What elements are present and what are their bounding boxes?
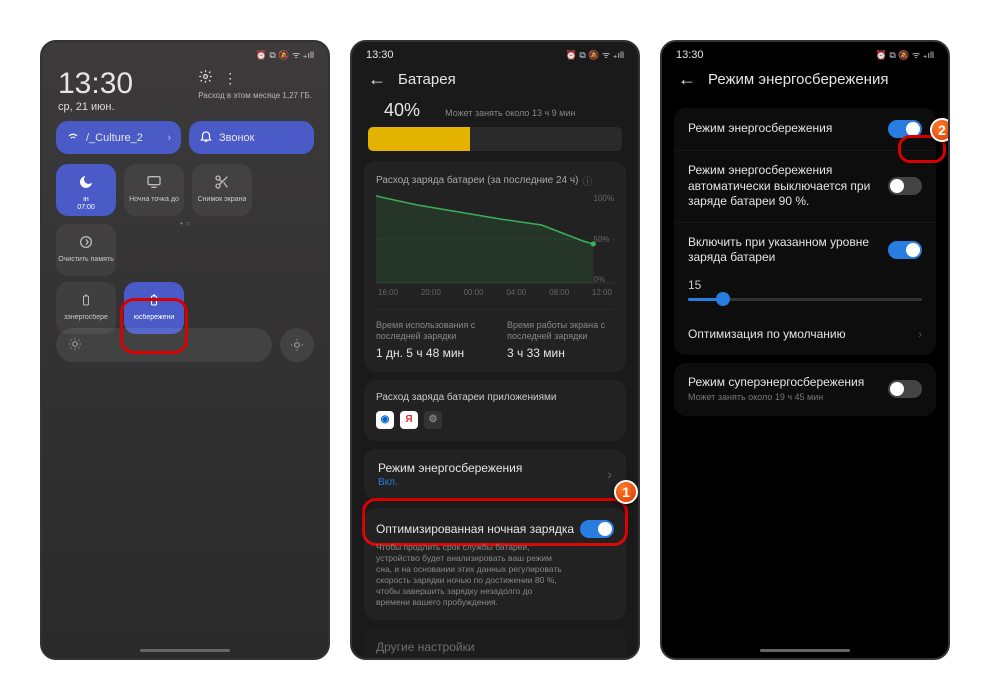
power-save-mode-row[interactable]: Режим энергосбережения Вкл. › (364, 449, 626, 500)
page-title: Батарея (398, 71, 456, 88)
back-arrow-icon[interactable]: ← (368, 69, 386, 90)
enable-level-toggle[interactable] (888, 241, 922, 259)
battery-bar-fill (368, 127, 470, 151)
other-settings-row[interactable]: Другие настройки (364, 628, 626, 660)
battery-chart: 100% 50% 0% (376, 194, 614, 284)
ring-tile[interactable]: Звонок (189, 121, 314, 154)
chart-card[interactable]: Расход заряда батареи (за последние 24 ч… (364, 161, 626, 372)
status-time: 13:30 (366, 49, 394, 61)
battery-estimate: Может занять около 13 ч 9 мин (445, 108, 575, 118)
battery-icon (76, 290, 96, 310)
bell-icon (199, 129, 213, 146)
stat-usage-value: 1 дн. 5 ч 48 мин (376, 346, 483, 360)
cast-icon (144, 172, 164, 192)
chevron-right-icon: › (918, 329, 922, 341)
home-indicator[interactable] (140, 649, 230, 652)
date: ср, 21 июн. (58, 101, 133, 113)
info-icon[interactable]: ⓘ (582, 173, 592, 188)
tile-screenshot[interactable]: Снимок экрана (192, 164, 252, 216)
back-arrow-icon[interactable]: ← (678, 69, 696, 90)
app-icon: Я (400, 411, 418, 429)
ring-label: Звонок (219, 132, 255, 144)
status-icons: ⏰ ⧉ 🔕 ᯤ ₊ıll (256, 48, 314, 61)
night-charge-row[interactable]: Оптимизированная ночная зарядка Чтобы пр… (364, 508, 626, 620)
phone-screen-powersave: 13:30 ⏰ ⧉ 🔕 ᯤ ₊ıll ← Режим энергосбереже… (660, 40, 950, 660)
auto-off-toggle[interactable] (888, 177, 922, 195)
tile-night-mode[interactable]: ін07:00 (56, 164, 116, 216)
tile-powersave-2[interactable]: юсбережени (124, 282, 184, 334)
chart-title: Расход заряда батареи (за последние 24 ч… (376, 175, 578, 186)
night-toggle[interactable] (580, 520, 614, 538)
search-input[interactable] (56, 328, 272, 362)
stat-usage-label: Время использования с последней зарядки (376, 320, 483, 342)
night-desc: Чтобы продлить срок службы батареи, устр… (376, 542, 568, 608)
status-bar: 13:30 ⏰ ⧉ 🔕 ᯤ ₊ıll (662, 42, 948, 63)
night-title: Оптимизированная ночная зарядка (376, 522, 574, 536)
super-powersave-toggle[interactable] (888, 380, 922, 398)
wifi-tile[interactable]: /_Culture_2 › (56, 121, 181, 154)
brightness-button[interactable] (280, 328, 314, 362)
phone-screen-quicksettings: ⏰ ⧉ 🔕 ᯤ ₊ıll 13:30 ср, 21 июн. ⋮ Расход … (40, 40, 330, 660)
data-usage-text: Расход в этом месяце 1,27 ГБ. (198, 91, 312, 100)
app-usage-row[interactable]: Расход заряда батареи приложениями ◉ Я ⚙ (364, 380, 626, 441)
mode-status: Вкл. (378, 477, 522, 488)
status-icons: ⏰ ⧉ 🔕 ᯤ ₊ıll (876, 48, 934, 61)
battery-icon (144, 290, 164, 310)
settings-gear-icon[interactable] (198, 69, 213, 87)
status-time: 13:30 (676, 49, 704, 61)
phone-screen-battery: 13:30 ⏰ ⧉ 🔕 ᯤ ₊ıll ← Батарея 40% Может з… (350, 40, 640, 660)
tile-hotspot[interactable]: Ночна точка до (124, 164, 184, 216)
default-optimization-row[interactable]: Оптимизация по умолчанию › (674, 315, 936, 355)
powersave-master-row[interactable]: Режим энергосбережения (674, 108, 936, 151)
more-vert-icon[interactable]: ⋮ (223, 70, 237, 87)
wifi-icon (66, 129, 80, 146)
scissors-icon (212, 172, 232, 192)
app-icon: ◉ (376, 411, 394, 429)
battery-bar (368, 127, 622, 151)
status-icons: ⏰ ⧉ 🔕 ᯤ ₊ıll (566, 48, 624, 61)
moon-icon (76, 172, 96, 192)
mode-title: Режим энергосбережения (378, 461, 522, 475)
enable-at-level-row[interactable]: Включить при указанном уровне заряда бат… (674, 223, 936, 278)
app-icon: ⚙ (424, 411, 442, 429)
powersave-toggle[interactable] (888, 120, 922, 138)
tile-clear-memory[interactable]: Очистить память (56, 224, 116, 276)
wifi-name: /_Culture_2 (86, 132, 143, 144)
level-slider[interactable] (674, 298, 936, 315)
stat-screen-label: Время работы экрана с последней зарядки (507, 320, 614, 342)
battery-percent: 40% (368, 100, 436, 120)
slider-value: 15 (674, 278, 936, 298)
status-bar: 13:30 ⏰ ⧉ 🔕 ᯤ ₊ıll (352, 42, 638, 63)
stat-screen-value: 3 ч 33 мин (507, 346, 614, 360)
auto-off-row[interactable]: Режим энергосбережения автоматически вык… (674, 151, 936, 223)
tile-powersave-1[interactable]: зэнергосбере (56, 282, 116, 334)
target-icon (76, 232, 96, 252)
page-title: Режим энергосбережения (708, 71, 888, 88)
status-bar: ⏰ ⧉ 🔕 ᯤ ₊ıll (42, 42, 328, 63)
chevron-right-icon: › (607, 466, 612, 482)
clock: 13:30 (58, 69, 133, 99)
sun-icon (68, 337, 82, 354)
chevron-right-icon: › (167, 132, 171, 144)
home-indicator[interactable] (760, 649, 850, 652)
super-powersave-row[interactable]: Режим суперэнергосбережения Может занять… (674, 363, 936, 416)
apps-label: Расход заряда батареи приложениями (376, 392, 614, 403)
